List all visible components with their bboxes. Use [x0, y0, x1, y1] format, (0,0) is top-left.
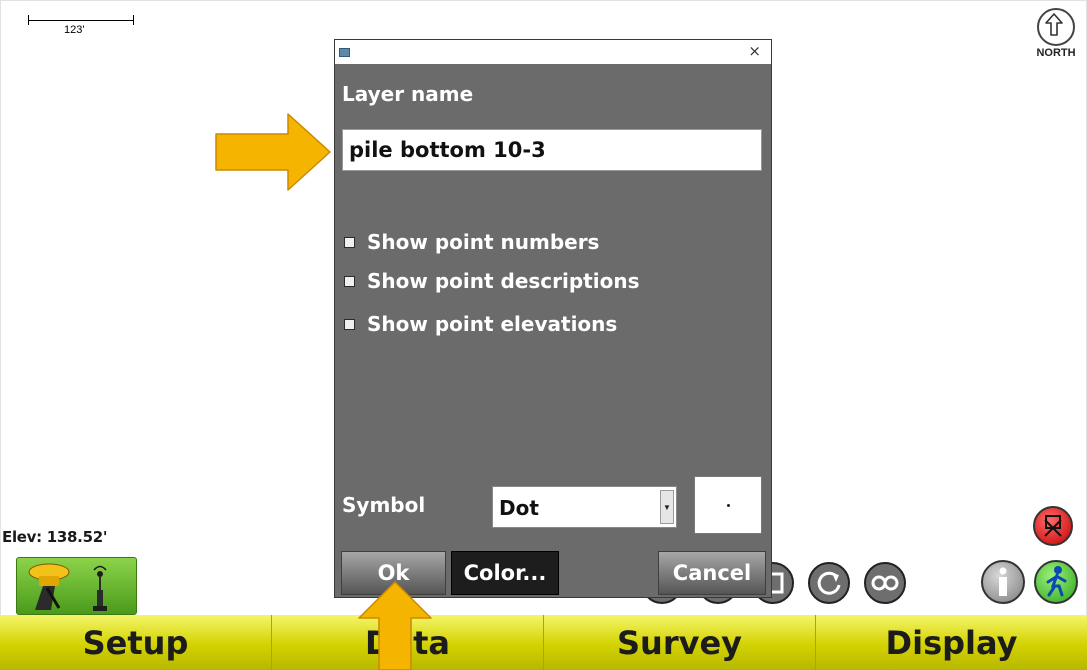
north-label: NORTH	[1036, 47, 1076, 59]
menu-tab-survey[interactable]: Survey	[544, 615, 816, 670]
show-point-numbers-checkbox[interactable]	[344, 236, 355, 248]
north-indicator[interactable]: NORTH	[1030, 8, 1082, 68]
symbol-label: Symbol	[342, 493, 426, 517]
bottom-menu-bar: Setup Data Survey Display	[0, 615, 1087, 670]
show-point-descriptions-label: Show point descriptions	[367, 269, 640, 293]
chevron-down-icon[interactable]: ▼	[660, 490, 674, 524]
info-icon	[999, 567, 1007, 596]
scale-bar: 123'	[28, 12, 136, 36]
north-arrow-icon	[1037, 8, 1075, 46]
continuous-button[interactable]	[864, 562, 906, 604]
callout-arrow-icon	[358, 581, 432, 670]
scale-bar-label: 123'	[64, 24, 85, 36]
symbol-select[interactable]: Dot ▼	[492, 486, 677, 528]
scale-bar-tick-right	[133, 15, 134, 25]
stop-record-icon	[1044, 515, 1062, 537]
dot-symbol-icon	[727, 504, 730, 507]
refresh-icon	[817, 571, 841, 595]
menu-tab-display[interactable]: Display	[816, 615, 1087, 670]
stop-record-button[interactable]	[1033, 506, 1073, 546]
show-point-numbers-row[interactable]: Show point numbers	[344, 230, 599, 254]
show-point-elevations-checkbox[interactable]	[344, 318, 355, 330]
symbol-selected-value: Dot	[499, 496, 539, 520]
infinity-icon	[871, 575, 899, 591]
show-point-elevations-label: Show point elevations	[367, 312, 618, 336]
scale-bar-tick-left	[28, 15, 29, 25]
layer-name-input[interactable]	[342, 129, 762, 171]
show-point-descriptions-row[interactable]: Show point descriptions	[344, 269, 639, 293]
gps-receiver-button[interactable]	[16, 557, 137, 615]
gps-receiver-icon	[28, 563, 107, 611]
layer-name-label: Layer name	[342, 82, 474, 106]
menu-tab-setup[interactable]: Setup	[0, 615, 272, 670]
show-point-descriptions-checkbox[interactable]	[344, 275, 355, 287]
walk-mode-button[interactable]	[1034, 560, 1078, 604]
color-button[interactable]: Color...	[451, 551, 559, 595]
callout-arrow-icon	[215, 113, 331, 191]
dialog-titlebar[interactable]: ×	[335, 40, 771, 64]
scale-bar-line	[28, 20, 134, 21]
elevation-readout: Elev: 138.52'	[2, 528, 108, 546]
layer-dialog: × Layer name Show point numbers Show poi…	[334, 39, 772, 598]
close-button[interactable]: ×	[748, 42, 761, 60]
window-icon	[339, 48, 350, 57]
show-point-elevations-row[interactable]: Show point elevations	[344, 312, 617, 336]
cancel-button[interactable]: Cancel	[658, 551, 766, 595]
info-button[interactable]	[981, 560, 1025, 604]
symbol-preview	[694, 476, 762, 534]
walking-person-icon	[1046, 566, 1067, 597]
show-point-numbers-label: Show point numbers	[367, 230, 600, 254]
refresh-button[interactable]	[808, 562, 850, 604]
